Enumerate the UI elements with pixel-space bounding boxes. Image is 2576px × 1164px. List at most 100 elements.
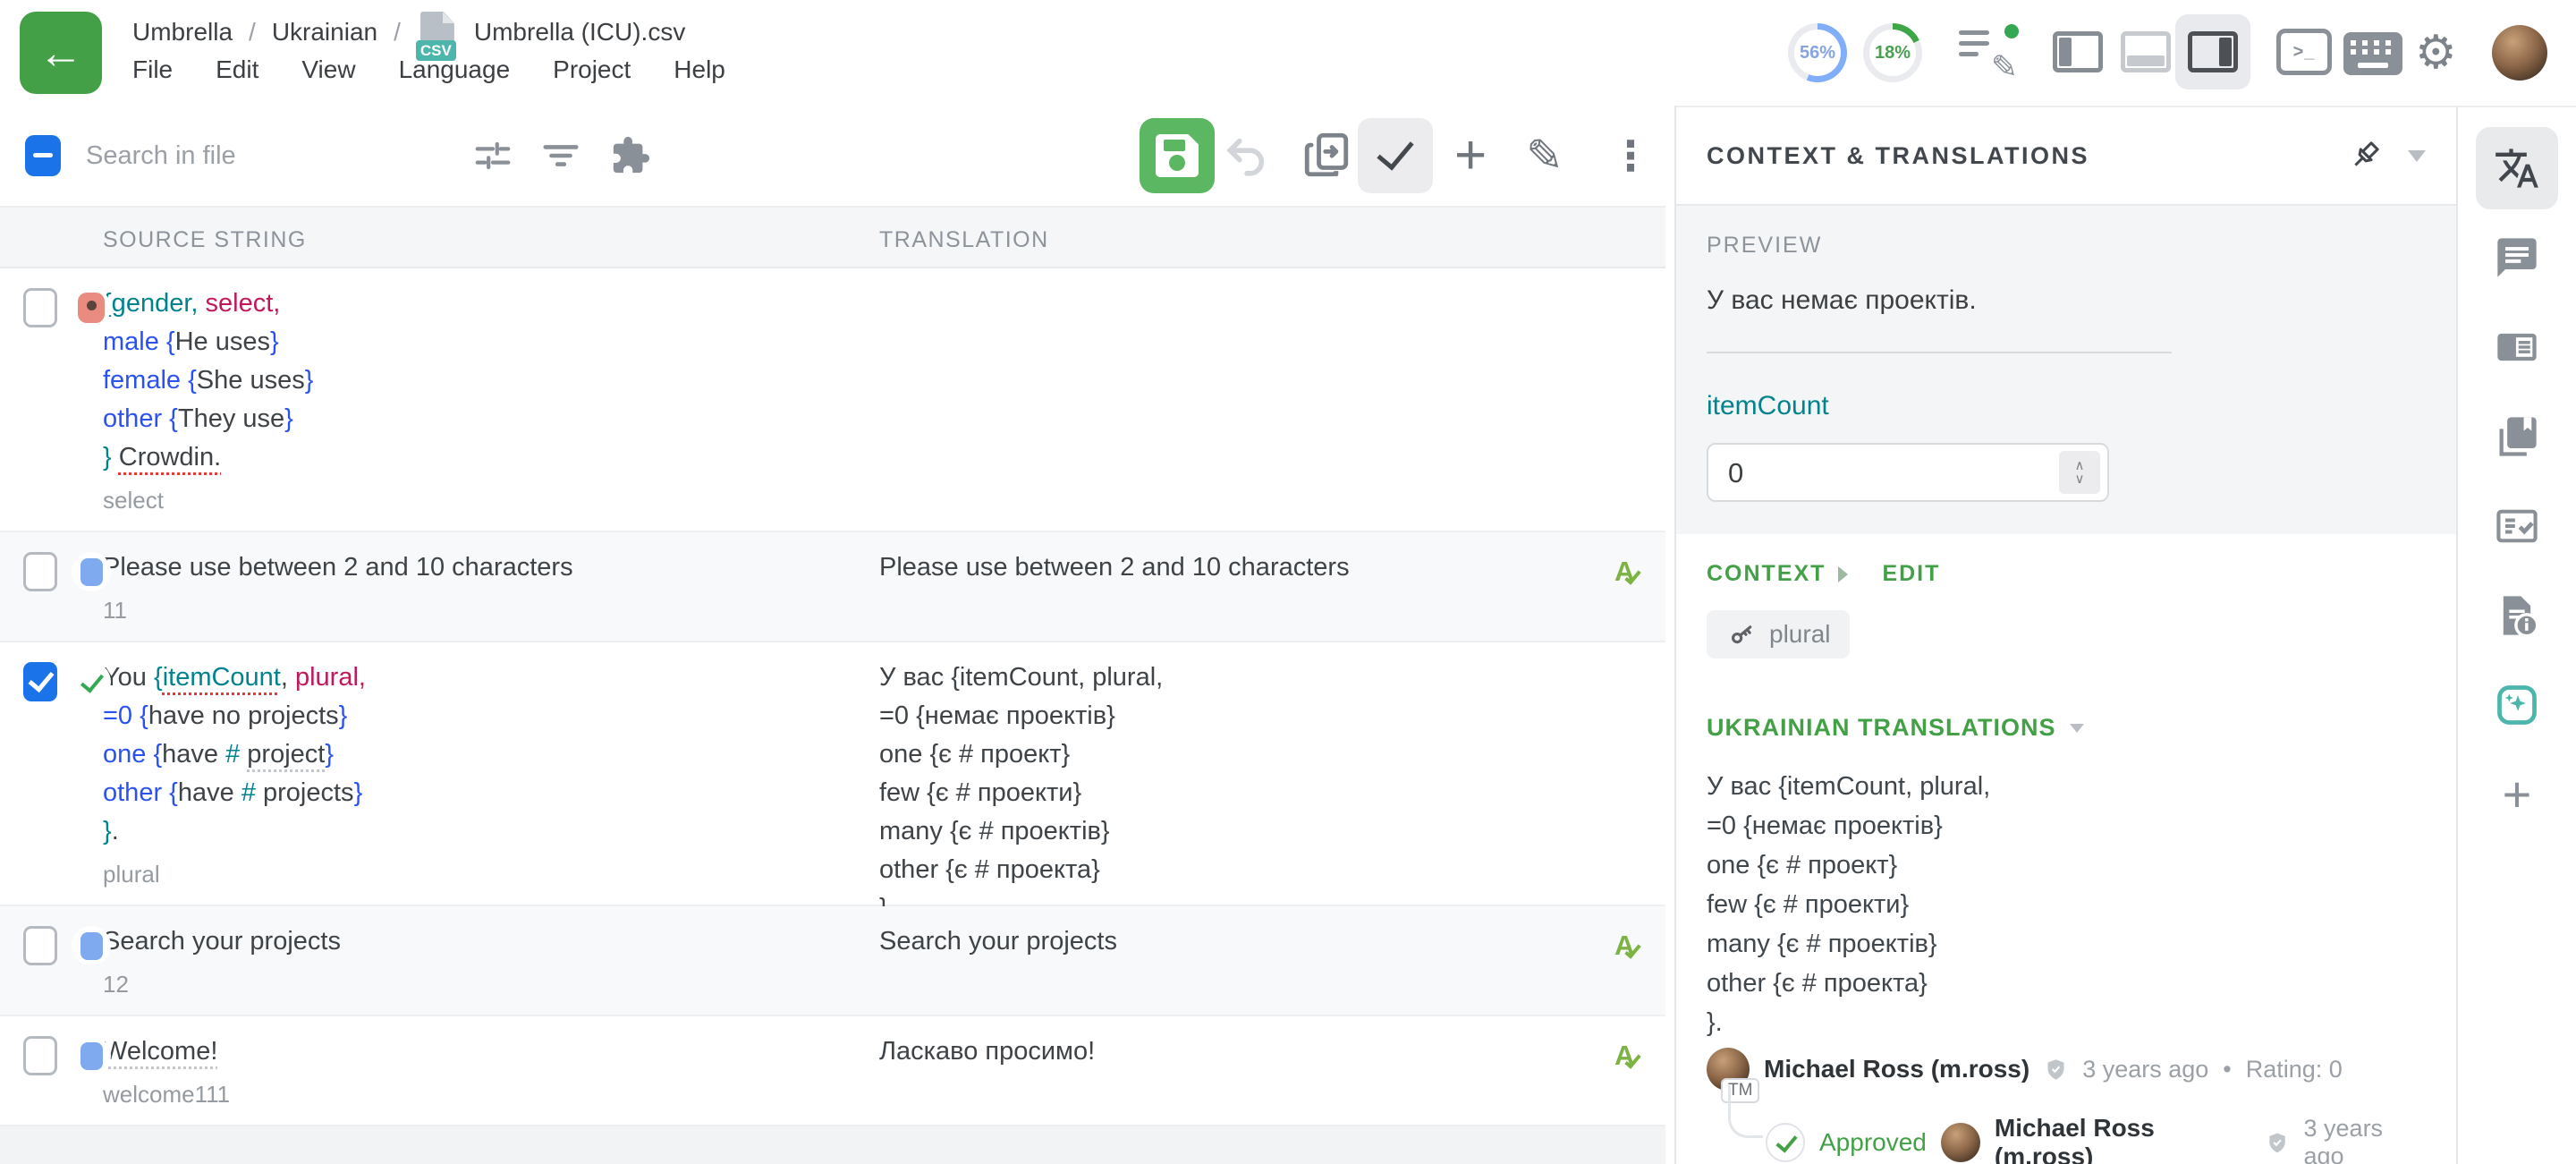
manager-shield-icon xyxy=(2266,1131,2289,1155)
stepper-up-icon: ∧ xyxy=(2075,459,2085,472)
qa-passed-icon[interactable]: A xyxy=(1614,930,1659,974)
settings-gear-icon[interactable]: ⚙ xyxy=(2415,21,2457,84)
comment-icon xyxy=(2494,234,2540,281)
plugins-puzzle-icon[interactable] xyxy=(610,135,651,176)
menu-item-language[interactable]: Language xyxy=(399,55,511,84)
filter-settings-icon[interactable] xyxy=(472,135,513,176)
add-string-button[interactable]: + xyxy=(1454,123,1487,188)
context-link[interactable]: CONTEXT xyxy=(1707,561,1826,587)
rail-ai-assistant-button[interactable] xyxy=(2476,664,2558,746)
approver-avatar xyxy=(1941,1123,1980,1162)
copy-source-icon[interactable] xyxy=(1301,129,1352,181)
rail-qa-checks-button[interactable] xyxy=(2476,485,2558,567)
breadcrumb-file[interactable]: Umbrella (ICU).csv xyxy=(474,18,685,47)
search-input[interactable] xyxy=(86,131,444,181)
row-checkbox[interactable] xyxy=(23,552,57,591)
table-row[interactable]: Welcome! welcome111 Ласкаво просимо! A xyxy=(0,1016,1665,1126)
source-cell[interactable]: {gender, select,male {He uses}female {Sh… xyxy=(103,285,845,520)
rail-add-app-button[interactable]: + xyxy=(2476,753,2558,836)
status-halo xyxy=(72,552,111,591)
translation-cell[interactable]: Please use between 2 and 10 characters xyxy=(879,548,1577,587)
menu-item-project[interactable]: Project xyxy=(553,55,631,84)
status-halo xyxy=(72,662,111,701)
row-checkbox[interactable] xyxy=(23,288,57,327)
rail-context-button[interactable] xyxy=(2476,306,2558,388)
approve-check-button[interactable] xyxy=(1358,118,1433,193)
row-checkbox[interactable] xyxy=(23,926,57,965)
toggle-left-panel-button[interactable] xyxy=(2040,14,2115,89)
translation-cell[interactable]: У вас {itemCount, plural,=0 {немає проек… xyxy=(879,658,1577,928)
more-options-button[interactable]: ⋮ xyxy=(1610,127,1651,184)
table-row[interactable]: Please use between 2 and 10 characters 1… xyxy=(0,532,1665,642)
save-button[interactable] xyxy=(1140,118,1215,193)
list-end-filler xyxy=(0,1126,1665,1164)
rail-translations-button[interactable] xyxy=(2476,127,2558,209)
select-all-checkbox[interactable] xyxy=(25,135,61,176)
toggle-bottom-panel-button[interactable] xyxy=(2108,14,2183,89)
layout-left-icon xyxy=(2053,31,2103,72)
rail-comments-button[interactable] xyxy=(2476,217,2558,299)
back-button[interactable]: ← xyxy=(20,12,102,94)
translation-cell[interactable]: Search your projects xyxy=(879,922,1577,961)
manager-shield-icon xyxy=(2044,1058,2068,1082)
param-value-input[interactable]: 0 ∧ ∨ xyxy=(1707,443,2109,502)
panel-header: CONTEXT & TRANSLATIONS xyxy=(1676,107,2456,206)
row-checkbox[interactable] xyxy=(23,662,57,701)
menu-item-view[interactable]: View xyxy=(301,55,355,84)
translate-icon xyxy=(2494,145,2540,191)
menu-item-edit[interactable]: Edit xyxy=(216,55,258,84)
status-halo xyxy=(72,926,111,965)
undo-icon[interactable] xyxy=(1222,131,1272,181)
context-expand-caret-icon[interactable] xyxy=(1838,566,1848,582)
approver-name[interactable]: Michael Ross (m.ross) xyxy=(1995,1114,2252,1164)
file-info-icon xyxy=(2494,592,2540,639)
toggle-right-panel-button[interactable] xyxy=(2175,14,2250,89)
table-row[interactable]: {gender, select,male {He uses}female {Sh… xyxy=(0,268,1665,532)
translation-text: Search your projects xyxy=(879,922,1577,961)
keyboard-shortcuts-icon[interactable] xyxy=(2343,32,2402,75)
pin-panel-icon[interactable] xyxy=(2347,138,2383,174)
translations-caret-icon[interactable] xyxy=(2070,724,2084,733)
proofread-activity-icon[interactable]: ✎ xyxy=(1959,30,2016,81)
translations-section-title[interactable]: UKRAINIAN TRANSLATIONS xyxy=(1707,714,2055,742)
preview-section: PREVIEW У вас немає проектів. itemCount … xyxy=(1676,206,2456,534)
stepper-down-icon: ∨ xyxy=(2075,472,2085,486)
panel-collapse-caret-icon[interactable] xyxy=(2408,150,2426,162)
source-cell[interactable]: Search your projects 12 xyxy=(103,922,845,1004)
menu-item-file[interactable]: File xyxy=(132,55,173,84)
approved-progress-ring[interactable]: 18% xyxy=(1863,23,1922,82)
number-stepper[interactable]: ∧ ∨ xyxy=(2059,451,2100,494)
string-key-tag[interactable]: plural xyxy=(1707,610,1850,658)
source-cell[interactable]: Please use between 2 and 10 characters 1… xyxy=(103,548,845,630)
grid-header: SOURCE STRING TRANSLATION xyxy=(0,206,1665,268)
string-key: welcome111 xyxy=(103,1075,845,1114)
approval-row[interactable]: Approved Michael Ross (m.ross) 3 years a… xyxy=(1766,1114,2426,1164)
filter-icon[interactable] xyxy=(540,135,581,176)
table-row[interactable]: Search your projects 12 Search your proj… xyxy=(0,906,1665,1016)
string-key: 11 xyxy=(103,590,845,630)
translated-progress-ring[interactable]: 56% xyxy=(1788,23,1847,82)
scrollbar-track[interactable] xyxy=(1665,106,1674,1164)
translation-cell[interactable]: Ласкаво просимо! xyxy=(879,1032,1577,1071)
context-edit-link[interactable]: EDIT xyxy=(1882,561,1940,587)
string-status-icon xyxy=(80,668,103,695)
rail-file-info-button[interactable] xyxy=(2476,574,2558,657)
menu-item-help[interactable]: Help xyxy=(674,55,725,84)
user-avatar[interactable] xyxy=(2492,25,2547,81)
translation-author-row[interactable]: TM Michael Ross (m.ross) 3 years ago • R… xyxy=(1707,1048,2426,1091)
breadcrumb-separator: / xyxy=(394,18,401,47)
qa-passed-icon[interactable]: A xyxy=(1614,556,1659,600)
source-cell[interactable]: Welcome! welcome111 xyxy=(103,1032,845,1114)
breadcrumb-language[interactable]: Ukrainian xyxy=(272,18,377,47)
author-name[interactable]: Michael Ross (m.ross) xyxy=(1764,1055,2029,1083)
source-cell[interactable]: You {itemCount, plural,=0 {have no proje… xyxy=(103,658,845,894)
edit-string-button[interactable]: ✎ xyxy=(1526,127,1563,184)
rail-translation-memory-button[interactable] xyxy=(2476,395,2558,478)
bookmark-book-icon xyxy=(2494,413,2540,460)
qa-passed-icon[interactable]: A xyxy=(1614,1040,1659,1084)
table-row[interactable]: You {itemCount, plural,=0 {have no proje… xyxy=(0,642,1665,906)
list-toolbar: + ✎ ⋮ xyxy=(0,106,1665,206)
breadcrumb-project[interactable]: Umbrella xyxy=(132,18,233,47)
console-icon[interactable]: >_ xyxy=(2276,29,2332,75)
row-checkbox[interactable] xyxy=(23,1036,57,1075)
